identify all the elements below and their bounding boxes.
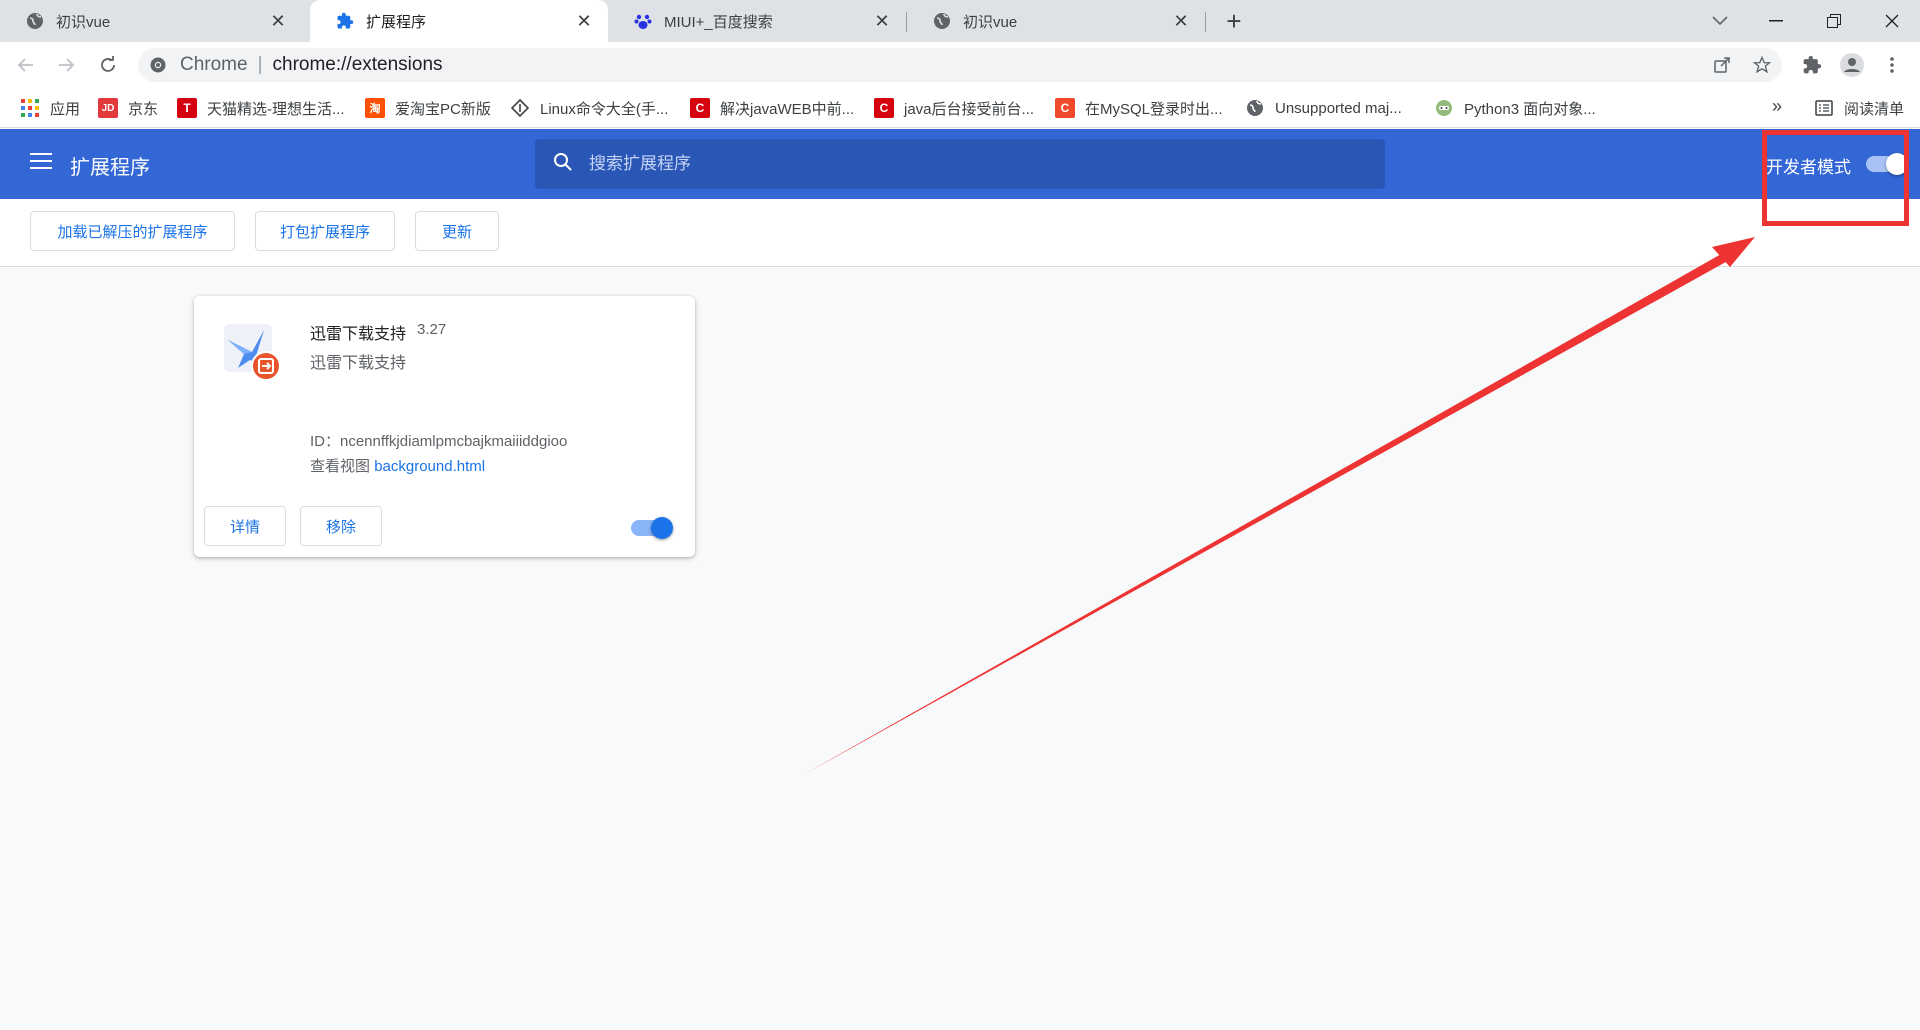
profile-avatar-icon[interactable] [1838,51,1866,79]
inspect-views-label: 查看视图 [310,458,371,475]
arrow-shaft [803,245,1745,775]
bookmark-label: 应用 [50,100,81,118]
close-icon[interactable]: ✕ [574,11,594,31]
share-icon[interactable] [1708,51,1736,79]
globe-icon [1245,98,1265,118]
tab-title: MIUI+_百度搜索 [664,13,773,31]
bookmark-unsupported[interactable]: Unsupported maj... [1245,88,1402,128]
search-icon [553,152,573,177]
background-page-link[interactable]: background.html [374,458,485,475]
bookmark-jd[interactable]: JD 京东 [98,88,158,128]
close-window-button[interactable] [1864,0,1920,42]
extensions-header: 扩展程序 开发者模式 [0,129,1920,199]
omnibox-separator: | [257,54,263,75]
tab-search-button[interactable] [1692,0,1748,42]
bookmarks-overflow-chevron-icon[interactable]: » [1772,96,1782,117]
omnibox-url: chrome://extensions [272,54,443,75]
new-tab-button[interactable]: + [1220,6,1248,36]
minimize-button[interactable] [1748,0,1804,42]
tab-strip: 初识vue ✕ 扩展程序 ✕ MIUI+_百度搜索 ✕ 初识vue ✕ + [0,0,1920,42]
csdn-icon: C [1055,98,1075,118]
runoob-icon [1434,98,1454,118]
page-title: 扩展程序 [70,157,150,179]
toggle-knob [651,517,673,539]
extension-enable-toggle[interactable] [631,517,673,539]
bookmark-taobao[interactable]: 淘 爱淘宝PC新版 [365,88,491,128]
remove-button[interactable]: 移除 [300,506,382,546]
hamburger-menu-icon[interactable] [30,153,52,171]
address-bar[interactable]: Chrome | chrome://extensions [138,48,1782,82]
pack-extension-button[interactable]: 打包扩展程序 [255,211,395,251]
csdn-icon: C [874,98,894,118]
tab-separator [1205,12,1206,32]
bookmark-csdn-2[interactable]: C java后台接受前台... [874,88,1034,128]
bookmark-label: 天猫精选-理想生活... [207,100,345,118]
puzzle-icon [336,12,354,30]
globe-icon [933,12,951,30]
tab-1[interactable]: 初识vue ✕ [0,0,302,42]
tab-title: 初识vue [963,13,1018,31]
bookmark-tmall[interactable]: T 天猫精选-理想生活... [177,88,345,128]
globe-icon [26,12,44,30]
reload-button[interactable] [94,51,122,79]
omnibox-scheme: Chrome [180,54,248,75]
inspect-views: 查看视图 background.html [310,455,485,476]
close-icon[interactable]: ✕ [872,11,892,31]
bookmark-csdn-3[interactable]: C 在MySQL登录时出... [1055,88,1223,128]
load-unpacked-button[interactable]: 加载已解压的扩展程序 [30,211,235,251]
reading-list-label: 阅读清单 [1844,100,1905,118]
bookmark-label: 京东 [128,100,159,118]
search-box[interactable] [535,139,1385,189]
extension-name: 迅雷下载支持 [310,326,407,343]
extensions-puzzle-icon[interactable] [1798,51,1826,79]
bookmark-python[interactable]: Python3 面向对象... [1434,88,1596,128]
bookmark-star-icon[interactable] [1748,51,1776,79]
bookmark-label: 爱淘宝PC新版 [395,100,491,118]
tab-3[interactable]: MIUI+_百度搜索 ✕ [608,0,906,42]
extension-id: ID：ncennffkjdiamlpmcbajkmaiiiddgioo [310,433,568,450]
bookmark-label: Python3 面向对象... [1464,100,1596,118]
update-button[interactable]: 更新 [415,211,499,251]
dev-actions-bar: 加载已解压的扩展程序 打包扩展程序 更新 [0,199,1920,267]
reading-list-button[interactable]: 阅读清单 [1814,88,1904,128]
tab-title: 初识vue [56,13,111,31]
bookmark-linux[interactable]: Linux命令大全(手... [510,88,668,128]
linux-icon [510,98,530,118]
menu-kebab-icon[interactable] [1878,51,1906,79]
browser-toolbar: Chrome | chrome://extensions [0,42,1920,88]
extension-card: 迅雷下载支持 3.27 迅雷下载支持 ID：ncennffkjdiamlpmcb… [194,296,695,557]
details-button[interactable]: 详情 [204,506,286,546]
tab-2[interactable]: 扩展程序 ✕ [310,0,608,42]
close-icon[interactable]: ✕ [1171,11,1191,31]
bookmarks-bar: 应用 JD 京东 T 天猫精选-理想生活... 淘 爱淘宝PC新版 Linux命… [0,88,1920,128]
extension-version: 3.27 [417,321,447,338]
reading-list-icon [1814,98,1834,118]
bookmark-apps[interactable]: 应用 [20,88,80,128]
bookmark-csdn-1[interactable]: C 解决javaWEB中前... [690,88,854,128]
tab-4[interactable]: 初识vue ✕ [907,0,1205,42]
bookmark-label: Linux命令大全(手... [540,100,669,118]
back-button[interactable] [12,51,40,79]
bookmark-label: 解决javaWEB中前... [720,100,855,118]
taobao-icon: 淘 [365,98,385,118]
chrome-icon [150,57,166,73]
search-input[interactable] [589,154,1349,174]
jd-icon: JD [98,98,118,118]
bookmark-label: 在MySQL登录时出... [1085,100,1223,118]
csdn-icon: C [690,98,710,118]
close-icon[interactable]: ✕ [268,11,288,31]
thunder-bird-icon [222,322,282,382]
apps-grid-icon [20,98,40,118]
tmall-icon: T [177,98,197,118]
baidu-paw-icon [634,12,652,30]
forward-button[interactable] [52,51,80,79]
bookmark-label: Unsupported maj... [1275,99,1402,117]
extension-description: 迅雷下载支持 [310,355,407,372]
tab-title: 扩展程序 [366,13,427,31]
annotation-highlight-box [1762,130,1909,226]
restore-button[interactable] [1806,0,1862,42]
bookmark-label: java后台接受前台... [904,100,1035,118]
